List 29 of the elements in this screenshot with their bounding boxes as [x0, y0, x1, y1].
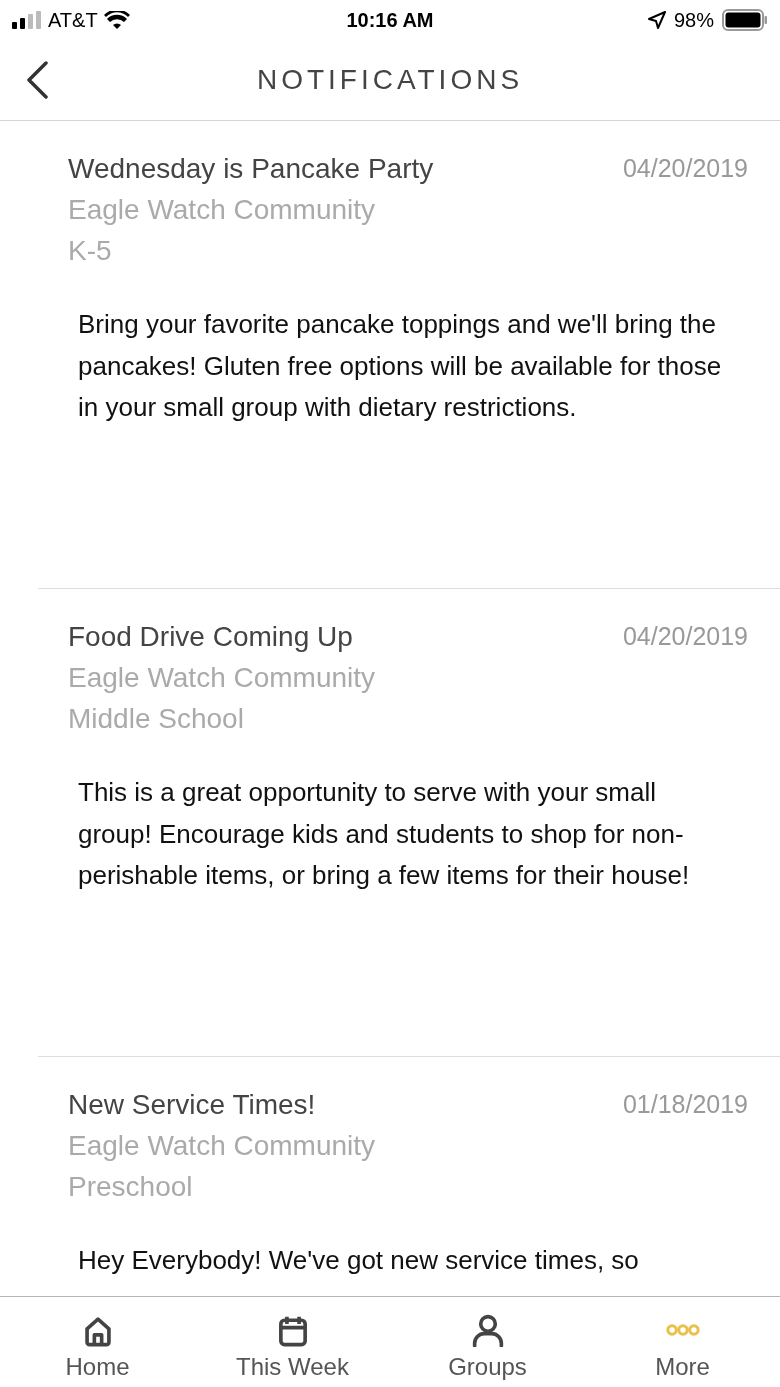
group-name: K-5 — [68, 235, 112, 266]
clock-time: 10:16 AM — [346, 8, 434, 33]
notification-title: New Service Times! — [68, 1088, 316, 1122]
notification-title: Wednesday is Pancake Party — [68, 152, 434, 186]
battery-percent: 98% — [673, 8, 714, 33]
tab-button[interactable]: Groups — [390, 1297, 585, 1387]
community-name: Eagle Watch Community — [68, 1130, 376, 1161]
group-name: Middle School — [68, 703, 244, 734]
page-title: NOTIFICATIONS — [256, 63, 524, 97]
tab-button[interactable]: More — [585, 1297, 780, 1387]
group-name: Preschool — [68, 1171, 193, 1202]
notification-body: Hey Everybody! We've got new service times, so — [78, 1244, 640, 1277]
notification-date: 04/20/2019 — [622, 153, 748, 184]
notification-body: Bring your favorite pancake toppings and we'll bring the pancakes! Gluten free options will be available for those in your small group with dietary restrictions. — [78, 308, 723, 424]
carrier-name: AT&T — [48, 8, 98, 33]
person-icon — [470, 1313, 505, 1347]
notification-title: Food Drive Coming Up — [68, 620, 353, 654]
wifi-icon — [103, 11, 130, 29]
tab-button[interactable]: This Week — [195, 1297, 390, 1387]
tab-button[interactable]: Home — [0, 1297, 195, 1387]
community-name: Eagle Watch Community — [68, 662, 376, 693]
community-name: Eagle Watch Community — [68, 194, 376, 225]
battery-icon — [722, 9, 768, 31]
back-icon — [26, 61, 48, 99]
notification-date: 01/18/2019 — [622, 1089, 748, 1120]
notification-date: 04/20/2019 — [622, 621, 748, 652]
signal-icon — [12, 11, 42, 29]
location-arrow-icon — [647, 11, 666, 29]
notification-body: This is a great opportunity to serve with your small group! Encourage kids and students to shop for non-perishable items, or bring a few items for their house! — [78, 776, 691, 892]
